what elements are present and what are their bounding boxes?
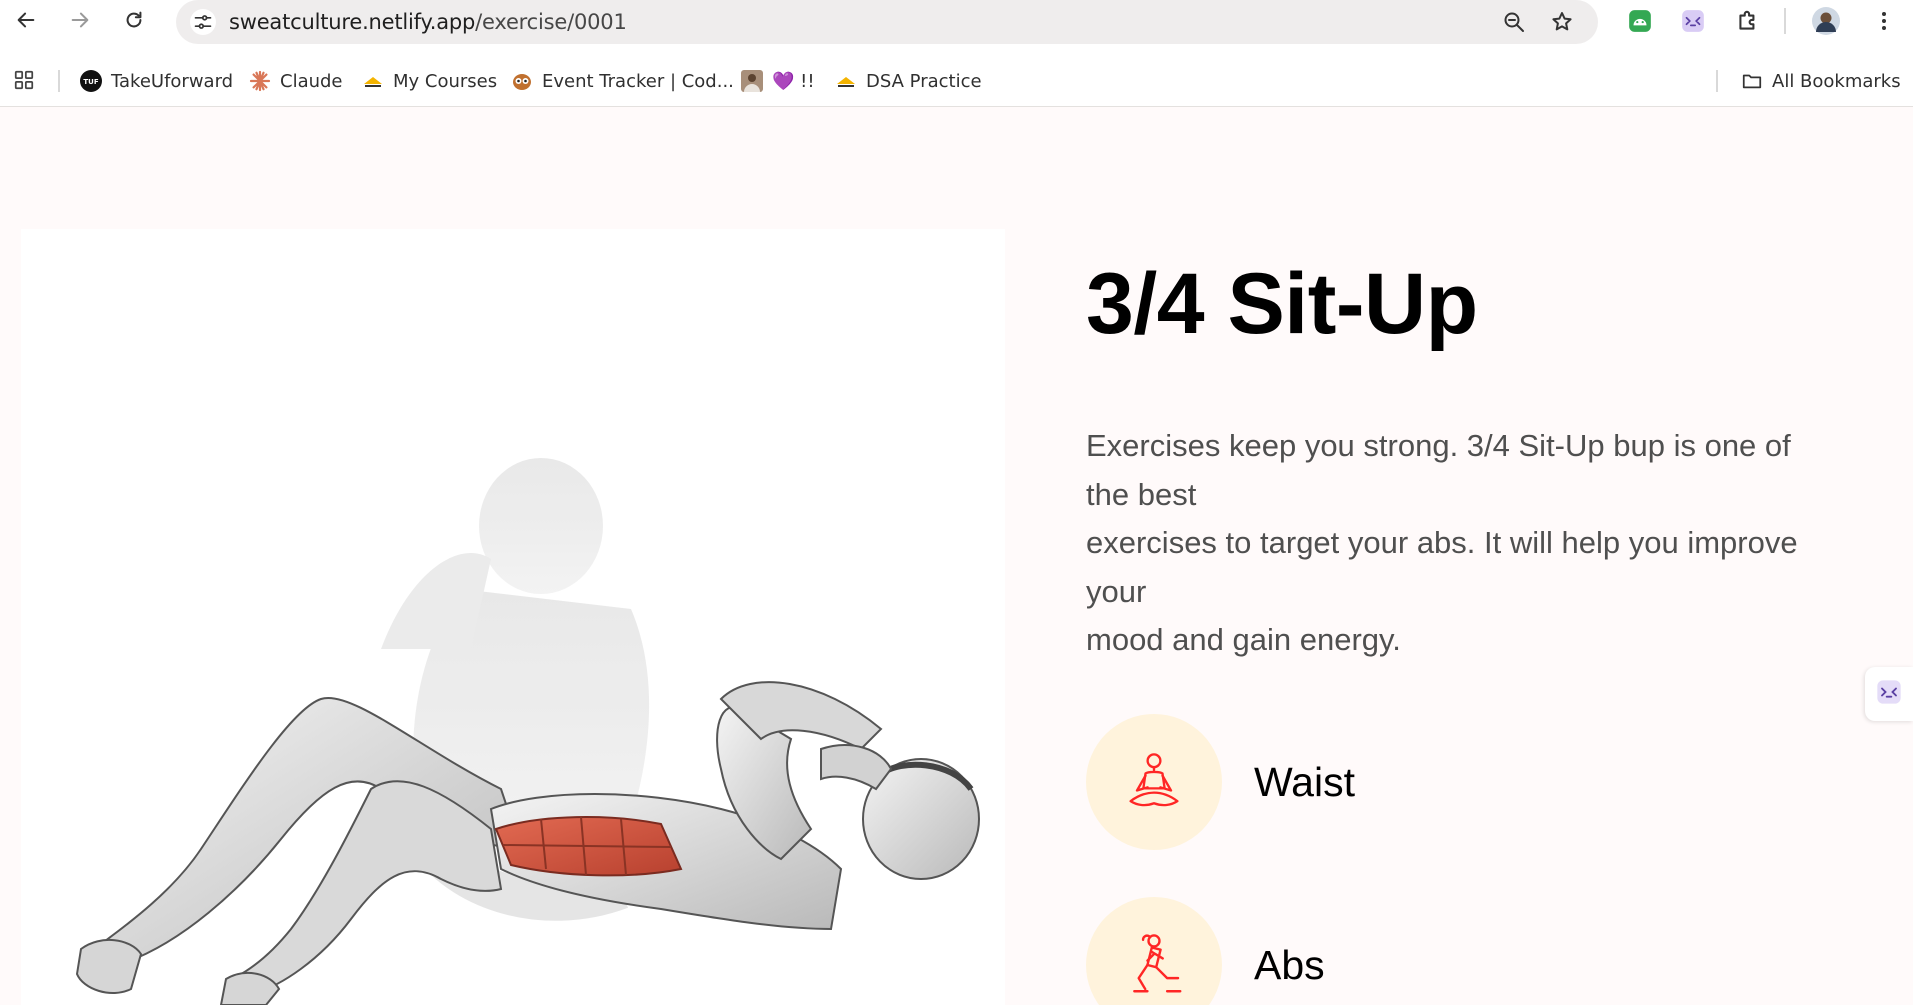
reload-icon[interactable] <box>118 4 150 36</box>
puzzle-extensions-icon[interactable] <box>1733 6 1763 36</box>
exercise-detail-page: 3/4 Sit-Up Exercises keep you strong. 3/… <box>0 107 1913 1005</box>
meditation-icon <box>1086 714 1222 850</box>
url-text[interactable]: sweatculture.netlify.app/exercise/0001 <box>229 10 627 34</box>
bookmark-label: TakeUforward <box>111 70 234 92</box>
bookmark-event-tracker[interactable]: Event Tracker | Cod... <box>511 64 734 98</box>
description-line: the best <box>1086 476 1197 512</box>
toolbar-divider <box>1784 8 1786 34</box>
zoom-icon[interactable] <box>1500 8 1528 36</box>
description-line: your <box>1086 573 1147 609</box>
svg-text:TUF: TUF <box>83 78 98 86</box>
body-part-waist[interactable]: Waist <box>1086 714 1586 850</box>
bookmark-photo[interactable]: 💜 !! <box>741 64 815 98</box>
situp-illustration <box>75 458 980 1005</box>
bookmarks-divider <box>58 70 60 92</box>
address-bar[interactable]: sweatculture.netlify.app/exercise/0001 <box>176 0 1598 44</box>
photo-thumb-icon <box>741 70 763 92</box>
lunge-workout-icon <box>1086 897 1222 1005</box>
back-arrow-icon[interactable] <box>10 4 42 36</box>
ai-extension-icon <box>1875 678 1903 711</box>
body-part-abs[interactable]: Abs <box>1086 897 1586 1005</box>
profile-avatar-icon[interactable] <box>1811 6 1841 36</box>
tuf-logo-icon: TUF <box>80 70 102 92</box>
folder-icon <box>1741 70 1763 92</box>
body-part-label: Abs <box>1254 941 1325 988</box>
description-line: Exercises keep you strong. 3/4 Sit-Up bu… <box>1086 428 1791 463</box>
bookmark-my-courses[interactable]: My Courses <box>362 64 497 98</box>
url-host: sweatculture.netlify.app <box>229 10 476 34</box>
description-line: exercises to target your abs. It will he… <box>1086 525 1798 560</box>
kebab-menu-icon[interactable] <box>1869 6 1899 36</box>
ai-extension-icon[interactable] <box>1678 6 1708 36</box>
bookmarks-divider-right <box>1716 70 1718 92</box>
browser-toolbar: sweatculture.netlify.app/exercise/0001 <box>0 0 1913 44</box>
site-info-icon[interactable] <box>190 9 216 35</box>
bookmark-label: Event Tracker | Cod... <box>542 70 734 92</box>
bookmarks-bar: TUF TakeUforward Claude My Courses Event… <box>0 56 1913 106</box>
owl-icon <box>511 70 533 92</box>
bookmark-label: 💜 !! <box>772 70 815 92</box>
android-extension-icon[interactable] <box>1625 6 1655 36</box>
extension-side-tab[interactable] <box>1865 667 1913 721</box>
exercise-title: 3/4 Sit-Up <box>1086 256 1478 352</box>
bookmark-claude[interactable]: Claude <box>249 64 343 98</box>
body-part-label: Waist <box>1254 758 1355 805</box>
all-bookmarks-button[interactable]: All Bookmarks <box>1741 64 1901 98</box>
all-bookmarks-label: All Bookmarks <box>1772 70 1901 92</box>
exercise-image <box>21 229 1005 1005</box>
bookmark-star-icon[interactable] <box>1548 8 1576 36</box>
url-path: /exercise/0001 <box>475 10 627 34</box>
dsa-logo-icon <box>835 70 857 92</box>
bookmark-label: DSA Practice <box>866 70 982 92</box>
courses-logo-icon <box>362 70 384 92</box>
forward-arrow-icon[interactable] <box>64 4 96 36</box>
exercise-description: Exercises keep you strong. 3/4 Sit-Up bu… <box>1086 422 1866 665</box>
description-line: mood and gain energy. <box>1086 622 1401 657</box>
bookmark-label: My Courses <box>393 70 498 92</box>
bookmark-takeuforward[interactable]: TUF TakeUforward <box>80 64 233 98</box>
claude-spark-icon <box>249 70 271 92</box>
apps-grid-icon[interactable] <box>8 64 40 96</box>
bookmark-label: Claude <box>280 70 343 92</box>
bookmark-dsa-practice[interactable]: DSA Practice <box>835 64 982 98</box>
